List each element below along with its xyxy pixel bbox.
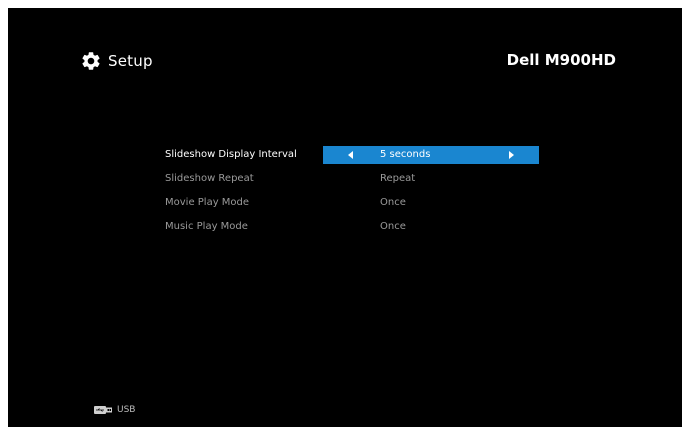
usb-icon (94, 406, 112, 414)
setting-music-play-mode[interactable]: Music Play Mode Once (8, 218, 682, 236)
setup-screen: Setup Dell M900HD Slideshow Display Inte… (8, 8, 682, 427)
setting-value: Once (380, 221, 406, 232)
value-selector[interactable]: Once (323, 194, 539, 212)
value-selector[interactable]: 5 seconds (323, 146, 539, 164)
value-selector[interactable]: Repeat (323, 170, 539, 188)
setting-label: Movie Play Mode (165, 197, 250, 208)
device-brand: Dell M900HD (506, 51, 616, 69)
setting-movie-play-mode[interactable]: Movie Play Mode Once (8, 194, 682, 212)
page-header: Setup (80, 46, 153, 76)
setting-label: Slideshow Repeat (165, 173, 254, 184)
arrow-left-icon[interactable] (348, 151, 353, 159)
source-label: USB (117, 405, 136, 415)
setting-value: 5 seconds (380, 149, 431, 160)
page-title: Setup (108, 52, 153, 70)
gear-icon (82, 52, 100, 70)
setting-value: Repeat (380, 173, 416, 184)
setting-slideshow-repeat[interactable]: Slideshow Repeat Repeat (8, 170, 682, 188)
value-selector[interactable]: Once (323, 218, 539, 236)
setting-value: Once (380, 197, 406, 208)
setting-label: Slideshow Display Interval (165, 149, 297, 160)
setting-slideshow-display-interval[interactable]: Slideshow Display Interval 5 seconds (8, 146, 682, 164)
source-indicator: USB (94, 404, 135, 416)
arrow-right-icon[interactable] (509, 151, 514, 159)
setting-label: Music Play Mode (165, 221, 248, 232)
